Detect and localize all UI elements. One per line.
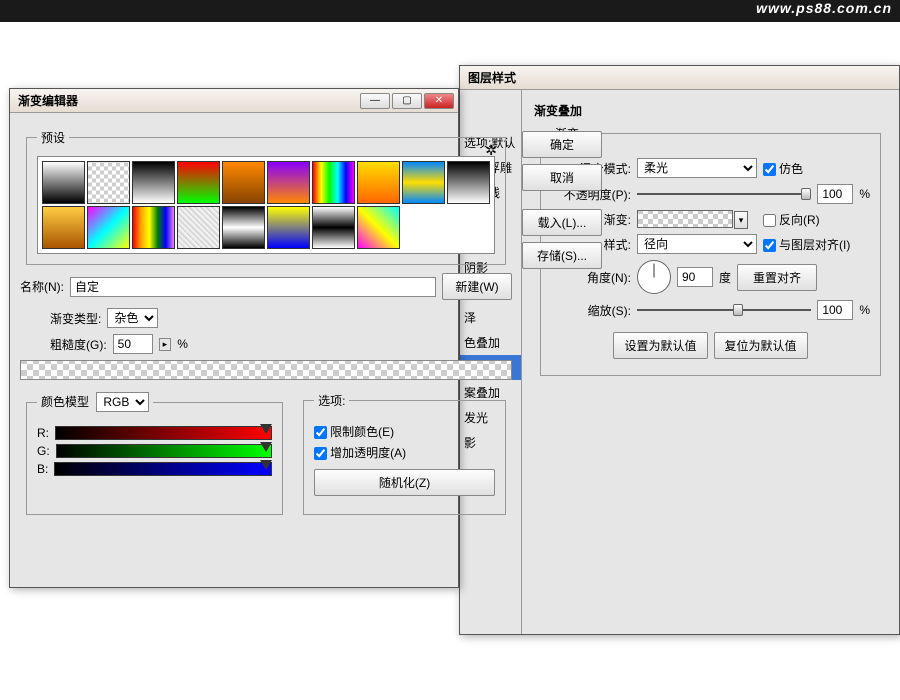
channel-g-slider[interactable] xyxy=(56,444,272,458)
add-transparency-checkbox[interactable]: 增加透明度(A) xyxy=(314,446,406,460)
preset-swatch[interactable] xyxy=(222,206,265,249)
gradient-preview-bar[interactable] xyxy=(20,360,512,380)
percent-label: % xyxy=(859,187,870,201)
channel-b-label: B: xyxy=(37,462,48,476)
opacity-input[interactable] xyxy=(817,184,853,204)
channel-g-label: G: xyxy=(37,444,50,458)
color-model-fieldset: 颜色模型 RGB R: G: B: xyxy=(26,392,283,515)
align-checkbox[interactable]: 与图层对齐(I) xyxy=(763,236,850,253)
blend-mode-select[interactable]: 柔光 xyxy=(637,158,757,178)
maximize-icon[interactable]: ▢ xyxy=(392,93,422,109)
gradient-editor-titlebar[interactable]: 渐变编辑器 — ▢ ✕ xyxy=(10,89,458,113)
reverse-checkbox[interactable]: 反向(R) xyxy=(763,211,820,228)
layer-style-title: 图层样式 xyxy=(464,69,895,86)
preset-swatch[interactable] xyxy=(132,161,175,204)
new-button[interactable]: 新建(W) xyxy=(442,273,512,300)
gradient-type-label: 渐变类型: xyxy=(50,310,101,327)
restrict-colors-checkbox[interactable]: 限制颜色(E) xyxy=(314,425,394,439)
opacity-slider[interactable] xyxy=(637,188,811,200)
gear-icon[interactable]: ✲ xyxy=(485,142,497,159)
minimize-icon[interactable]: — xyxy=(360,93,390,109)
preset-swatch[interactable] xyxy=(87,206,130,249)
gradient-editor-title: 渐变编辑器 xyxy=(14,92,360,109)
gradient-editor-dialog: 渐变编辑器 — ▢ ✕ 预设 ✲ xyxy=(9,88,459,588)
preset-swatch[interactable] xyxy=(357,206,400,249)
preset-swatch[interactable] xyxy=(357,161,400,204)
color-model-select[interactable]: RGB xyxy=(96,392,149,412)
roughness-input[interactable] xyxy=(113,334,153,354)
options-fieldset: 选项: 限制颜色(E) 增加透明度(A) 随机化(Z) xyxy=(303,392,506,515)
preset-swatch[interactable] xyxy=(177,206,220,249)
preset-grid xyxy=(37,156,495,254)
gradient-type-select[interactable]: 杂色 xyxy=(107,308,158,328)
preset-swatch[interactable] xyxy=(402,161,445,204)
preset-swatch[interactable] xyxy=(132,206,175,249)
preset-swatch[interactable] xyxy=(87,161,130,204)
name-input[interactable] xyxy=(70,277,436,297)
preset-swatch[interactable] xyxy=(222,161,265,204)
presets-legend: 预设 xyxy=(37,129,69,146)
options-legend: 选项: xyxy=(314,392,349,409)
preset-swatch[interactable] xyxy=(312,161,355,204)
reset-default-button[interactable]: 复位为默认值 xyxy=(714,332,808,359)
preset-swatch[interactable] xyxy=(312,206,355,249)
percent-label: % xyxy=(177,337,188,351)
randomize-button[interactable]: 随机化(Z) xyxy=(314,469,495,496)
color-model-label: 颜色模型 xyxy=(41,395,89,409)
channel-b-slider[interactable] xyxy=(54,462,272,476)
angle-dial[interactable] xyxy=(637,260,671,294)
name-label: 名称(N): xyxy=(20,278,64,295)
layer-style-titlebar[interactable]: 图层样式 xyxy=(460,66,899,90)
degree-label: 度 xyxy=(719,269,731,286)
preset-swatch[interactable] xyxy=(42,161,85,204)
preset-swatch[interactable] xyxy=(447,161,490,204)
preset-swatch[interactable] xyxy=(177,161,220,204)
load-button[interactable]: 载入(L)... xyxy=(522,209,602,236)
reset-align-button[interactable]: 重置对齐 xyxy=(737,264,817,291)
panel-title: 渐变叠加 xyxy=(534,102,887,119)
angle-input[interactable] xyxy=(677,267,713,287)
dither-checkbox[interactable]: 仿色 xyxy=(763,160,803,177)
channel-r-label: R: xyxy=(37,426,49,440)
percent-label: % xyxy=(859,303,870,317)
roughness-dropdown-icon[interactable]: ▸ xyxy=(159,338,172,351)
scale-slider[interactable] xyxy=(637,304,811,316)
preset-swatch[interactable] xyxy=(267,161,310,204)
gradient-dropdown-icon[interactable]: ▾ xyxy=(734,211,748,229)
watermark-bar: www.ps88.com.cn xyxy=(0,0,900,22)
watermark-text: www.ps88.com.cn xyxy=(756,0,892,16)
preset-swatch[interactable] xyxy=(267,206,310,249)
channel-r-slider[interactable] xyxy=(55,426,272,440)
preset-swatch[interactable] xyxy=(42,206,85,249)
scale-input[interactable] xyxy=(817,300,853,320)
gradient-swatch[interactable]: ▾ xyxy=(637,210,733,228)
close-icon[interactable]: ✕ xyxy=(424,93,454,109)
ok-button[interactable]: 确定 xyxy=(522,131,602,158)
style-select[interactable]: 径向 xyxy=(637,234,757,254)
make-default-button[interactable]: 设置为默认值 xyxy=(613,332,707,359)
presets-fieldset: 预设 ✲ xyxy=(26,129,506,265)
roughness-label: 粗糙度(G): xyxy=(50,336,107,353)
cancel-button[interactable]: 取消 xyxy=(522,164,602,191)
save-button[interactable]: 存储(S)... xyxy=(522,242,602,269)
